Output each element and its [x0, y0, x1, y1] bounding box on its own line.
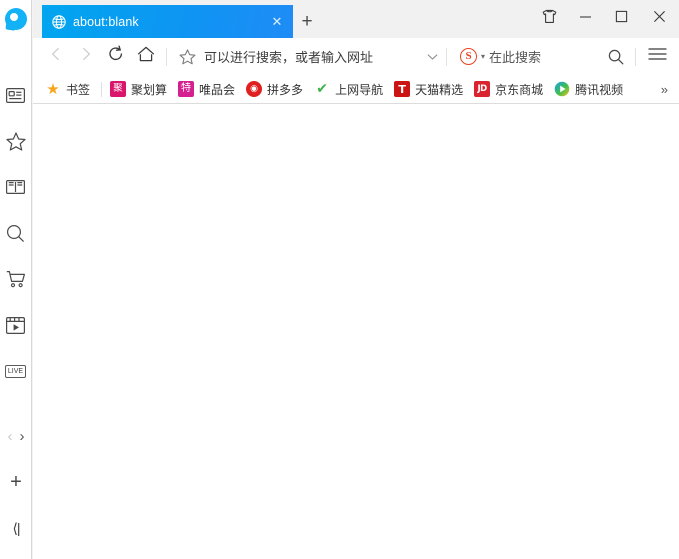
juhuasuan-icon: 聚: [110, 81, 127, 97]
address-dropdown-button[interactable]: [423, 53, 441, 61]
toolbar-divider: [166, 47, 167, 66]
bookmark-label: 聚划算: [131, 82, 168, 97]
chevron-right-icon: [78, 46, 94, 67]
reload-button[interactable]: [101, 42, 131, 72]
qq-browser-logo[interactable]: [4, 8, 27, 31]
menu-divider: [635, 47, 636, 66]
hao123-icon: ✔: [316, 81, 328, 97]
bookmark-label: 腾讯视频: [575, 82, 624, 97]
bookmark-label: 唯品会: [199, 82, 236, 97]
search-divider: [446, 47, 447, 66]
bookmark-label: 京东商城: [495, 82, 544, 97]
bookmarks-overflow-button[interactable]: »: [654, 82, 675, 97]
bookmark-item-hao123[interactable]: ✔ 上网导航: [310, 79, 390, 100]
left-sidebar: LIVE ‹ › + ⟨|: [0, 0, 32, 559]
main-area: about:blank ✕ + 可以进行搜索，或者输入网址 S ▾ 在此搜索 ★…: [33, 0, 679, 559]
tab-close-button[interactable]: ✕: [269, 14, 285, 30]
sidebar-next-button[interactable]: ›: [20, 428, 25, 445]
video-player-icon: [6, 316, 25, 334]
bookmark-star-icon[interactable]: [176, 46, 198, 68]
address-bar[interactable]: 可以进行搜索，或者输入网址: [172, 42, 441, 72]
tmall-icon: T: [394, 81, 411, 97]
tshirt-icon: [542, 9, 557, 29]
sidebar-item-news[interactable]: [0, 72, 32, 118]
chevron-left-icon: [48, 46, 64, 67]
browser-window: LIVE ‹ › + ⟨| about:blank ✕ + 可以进行搜索，或者输…: [0, 0, 679, 559]
bookmark-item-tencent-video[interactable]: 腾讯视频: [550, 79, 630, 100]
magnifier-icon[interactable]: [604, 49, 628, 65]
home-button[interactable]: [131, 42, 161, 72]
hamburger-icon: [647, 47, 667, 66]
star-icon: ★: [46, 79, 60, 98]
globe-icon: [52, 14, 66, 29]
bookmark-label: 上网导航: [335, 82, 384, 97]
bookmark-divider: [101, 81, 103, 97]
bookmark-item-tmall[interactable]: T 天猫精选: [390, 79, 470, 100]
back-button[interactable]: [41, 42, 71, 72]
address-input[interactable]: 可以进行搜索，或者输入网址: [204, 47, 417, 66]
bookmark-label: 书签: [66, 82, 91, 97]
new-tab-button[interactable]: +: [293, 5, 321, 38]
window-controls: [531, 0, 679, 38]
news-card-icon: [6, 87, 25, 103]
bookmarks-bar: ★ 书签 聚 聚划算 特 唯品会 ◉ 拼多多 ✔ 上网导航 T 天猫精选 JD …: [33, 75, 679, 104]
jd-icon: JD: [474, 81, 491, 97]
search-engine-dropdown[interactable]: ▾: [481, 52, 485, 61]
sidebar-item-novel[interactable]: [0, 164, 32, 210]
minimize-button[interactable]: [567, 0, 603, 38]
maximize-button[interactable]: [603, 0, 639, 38]
page-content[interactable]: [33, 104, 679, 559]
navigation-toolbar: 可以进行搜索，或者输入网址 S ▾ 在此搜索: [33, 38, 679, 75]
search-input[interactable]: 在此搜索: [489, 47, 600, 66]
sidebar-item-live[interactable]: LIVE: [0, 348, 32, 394]
bookmark-item-juhuasuan[interactable]: 聚 聚划算: [106, 79, 174, 100]
close-button[interactable]: [639, 0, 679, 38]
home-icon: [137, 46, 155, 68]
tab-about-blank[interactable]: about:blank ✕: [42, 5, 293, 38]
main-menu-button[interactable]: [641, 42, 673, 72]
sidebar-item-video[interactable]: [0, 302, 32, 348]
forward-button[interactable]: [71, 42, 101, 72]
star-icon: [5, 131, 26, 151]
bookmark-item-vipshop[interactable]: 特 唯品会: [174, 79, 242, 100]
sidebar-item-shopping[interactable]: [0, 256, 32, 302]
bookmark-label: 天猫精选: [415, 82, 464, 97]
sidebar-bottom-controls: ‹ › + ⟨|: [0, 413, 32, 559]
cart-icon: [6, 270, 26, 288]
plus-icon: +: [10, 470, 22, 493]
bookmark-item-pinduoduo[interactable]: ◉ 拼多多: [242, 79, 310, 100]
sogou-logo[interactable]: S: [460, 48, 477, 65]
sidebar-item-search[interactable]: [0, 210, 32, 256]
sidebar-add-button[interactable]: +: [0, 459, 32, 505]
close-icon: [653, 10, 666, 28]
sidebar-prev-button[interactable]: ‹: [8, 428, 13, 445]
sidebar-pager: ‹ ›: [0, 413, 32, 459]
live-badge-icon: LIVE: [4, 364, 27, 378]
sidebar-collapse-button[interactable]: ⟨|: [0, 505, 32, 551]
minimize-icon: [579, 10, 592, 28]
tab-title: about:blank: [73, 14, 139, 29]
search-box[interactable]: S ▾ 在此搜索: [452, 42, 630, 72]
pinduoduo-icon: ◉: [246, 81, 263, 97]
qq-browser-logo-slot: [0, 0, 32, 38]
sidebar-items: LIVE: [0, 72, 32, 394]
book-icon: [6, 179, 25, 195]
search-icon: [6, 224, 25, 243]
reload-icon: [107, 45, 125, 68]
collapse-left-icon: ⟨|: [12, 519, 20, 536]
bookmark-label: 拼多多: [267, 82, 304, 97]
tab-strip: about:blank ✕ +: [33, 0, 679, 38]
sidebar-item-favorites[interactable]: [0, 118, 32, 164]
maximize-icon: [615, 10, 628, 28]
skin-button[interactable]: [531, 0, 567, 38]
vipshop-icon: 特: [178, 81, 195, 97]
tencent-video-icon: [554, 81, 570, 97]
bookmark-item-shuqian[interactable]: ★ 书签: [41, 79, 97, 100]
bookmark-item-jd[interactable]: JD 京东商城: [470, 79, 550, 100]
